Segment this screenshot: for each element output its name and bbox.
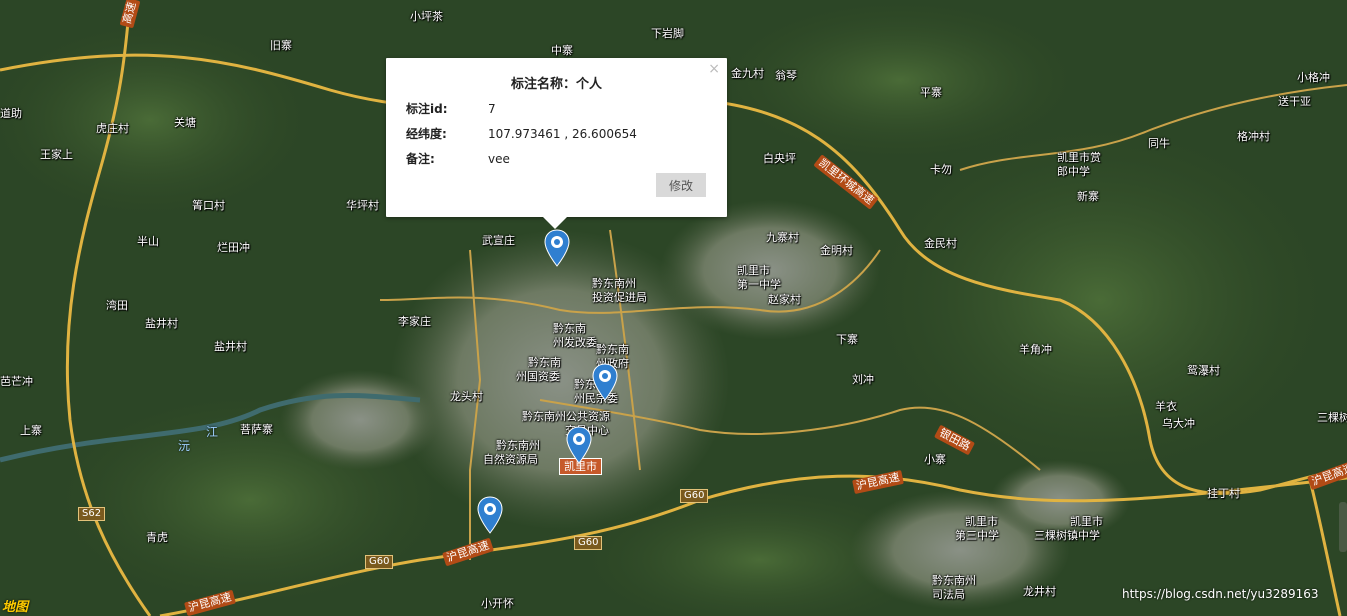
place-label: 羊衣 [1155,400,1177,413]
place-label: 华坪村 [346,199,379,212]
place-label: 羊角冲 [1019,343,1052,356]
satellite-map[interactable]: 小坪茶 下岩脚 中寨 旧寨 金九村 翁琴 平寨 小格冲 送干亚 格冲村 同牛 道… [0,0,1347,616]
coords-value: 107.973461 , 26.600654 [488,127,637,141]
info-row-coords: 经纬度: 107.973461 , 26.600654 [406,125,637,142]
note-label: 备注: [406,152,435,166]
place-label: 小寨 [924,453,946,466]
place-label: 凯里市 [965,515,998,528]
place-label: 三棵树 [1317,411,1347,424]
place-label: 半山 [137,235,159,248]
place-label: 黔东南 [596,343,629,356]
note-value: vee [488,152,510,166]
place-label: 第三中学 [955,529,999,542]
place-label: 龙井村 [1023,585,1056,598]
map-marker-pin[interactable] [566,426,592,464]
place-label: 挂丁村 [1207,487,1240,500]
place-label: 自然资源局 [483,453,538,466]
place-label: 中寨 [551,44,573,57]
place-label: 龙头村 [450,390,483,403]
place-label: 下寨 [836,333,858,346]
place-label: 黔东南州 [496,439,540,452]
place-label: 凯里市 [737,264,770,277]
place-label: 鸳瀑村 [1187,364,1220,377]
place-label: 刘冲 [852,373,874,386]
place-label: 关塘 [174,116,196,129]
place-label: 黔东南州公共资源 [522,410,610,423]
marker-info-window: × 标注名称：个人 标注id: 7 经纬度: 107.973461 , 26.600… [386,58,727,229]
place-label: 黔东南 [528,356,561,369]
info-window-title: 标注名称：个人 [510,77,602,92]
map-marker-pin[interactable] [544,229,570,267]
place-label: 王家上 [40,148,73,161]
place-label: 凯里市 [1070,515,1103,528]
river-label: 江 [206,425,219,439]
place-label: 白央坪 [763,152,796,165]
zoom-slider[interactable] [1339,502,1347,552]
place-label: 上寨 [20,424,42,437]
place-label: 九寨村 [766,231,799,244]
place-label: 州发改委 [553,336,597,349]
place-label: 乌大冲 [1162,417,1195,430]
place-label: 道助 [0,107,22,120]
place-label: 小格冲 [1297,71,1330,84]
place-label: 黔东南州 [932,574,976,587]
place-label: 箐口村 [192,199,225,212]
place-label: 盐井村 [145,317,178,330]
edit-button[interactable]: 修改 [656,173,706,197]
place-label: 投资促进局 [592,291,647,304]
place-label: 金民村 [924,237,957,250]
place-label: 新寨 [1077,190,1099,203]
place-label: 武宣庄 [482,234,515,247]
place-label: 第一中学 [737,278,781,291]
road-shield: G60 [365,555,394,569]
place-label: 小开怀 [481,597,514,610]
place-label: 郎中学 [1057,165,1090,178]
road-shield: G60 [680,489,709,503]
road-shield: G60 [574,536,603,550]
map-logo: 地图 [2,600,29,615]
place-label: 旧寨 [270,39,292,52]
place-label: 三棵树镇中学 [1034,529,1100,542]
info-row-note: 备注: vee [406,150,510,167]
place-label: 金九村 [731,67,764,80]
place-label: 下岩脚 [651,27,684,40]
place-label: 翁琴 [775,69,797,82]
place-label: 虎庄村 [96,122,129,135]
road-shield: S62 [78,507,106,521]
place-label: 小坪茶 [410,10,443,23]
id-value: 7 [488,102,496,116]
place-label: 州国资委 [516,370,560,383]
place-label: 格冲村 [1237,130,1270,143]
place-label: 菩萨寨 [240,423,273,436]
place-label: 烂田冲 [217,241,250,254]
place-label: 平寨 [920,86,942,99]
place-label: 送干亚 [1278,95,1311,108]
id-label: 标注id: [406,102,448,116]
map-marker-pin[interactable] [592,363,618,401]
place-label: 同牛 [1148,137,1170,150]
place-label: 赵家村 [768,293,801,306]
info-row-id: 标注id: 7 [406,100,496,117]
place-label: 金明村 [820,244,853,257]
map-marker-pin[interactable] [477,496,503,534]
place-label: 司法局 [932,588,965,601]
place-label: 黔东南 [553,322,586,335]
place-label: 盐井村 [214,340,247,353]
place-label: 黔东南州 [592,277,636,290]
place-label: 芭芒冲 [0,375,33,388]
place-label: 卡勿 [930,163,952,176]
place-label: 湾田 [106,299,128,312]
place-label: 李家庄 [398,315,431,328]
coords-label: 经纬度: [406,127,447,141]
river-label: 沅 [178,439,191,453]
place-label: 凯里市赏 [1057,151,1101,164]
watermark-text: https://blog.csdn.net/yu3289163 [1122,587,1319,601]
place-label: 青虎 [146,531,168,544]
